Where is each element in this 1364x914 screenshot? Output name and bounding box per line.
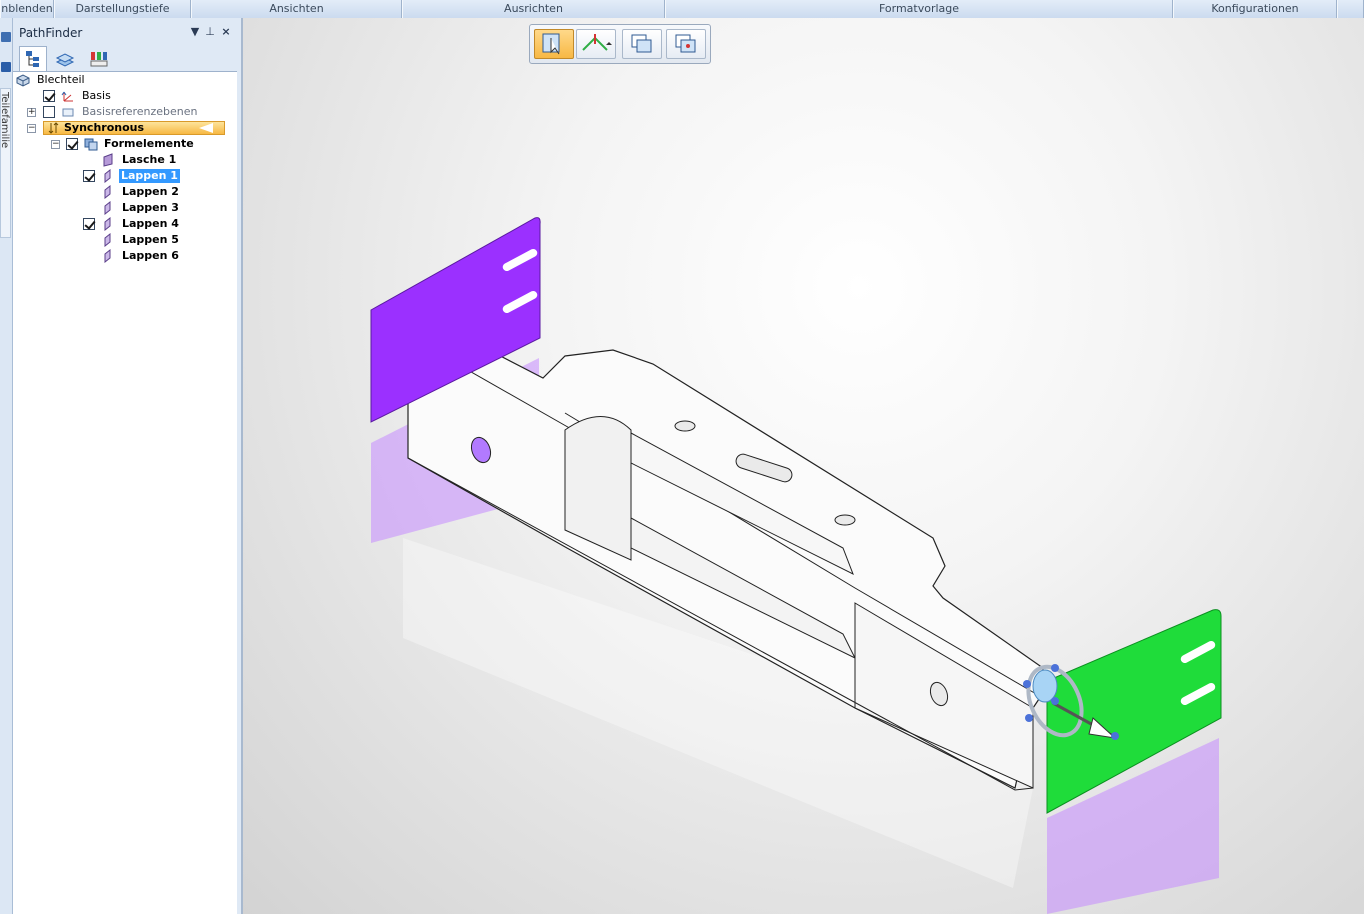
tree-label: Lappen 2 [122, 185, 179, 198]
ribbon-group-konfigurationen[interactable]: Konfigurationen [1173, 0, 1337, 18]
tree-node-lappen-2[interactable]: Lappen 2 [13, 184, 237, 200]
pathfinder-header: PathFinder ▼ ⊥ × [13, 18, 241, 44]
ribbon-group-ausrichten[interactable]: Ausrichten [402, 0, 665, 18]
tree-node-lappen-5[interactable]: Lappen 5 [13, 232, 237, 248]
sheet-metal-model[interactable] [243, 18, 1364, 914]
pathfinder-panel: PathFinder ▼ ⊥ × Blechteil Basis + Basis… [13, 18, 243, 914]
visibility-checkbox[interactable] [43, 106, 55, 118]
visibility-checkbox[interactable] [83, 218, 95, 230]
layers-icon [55, 52, 75, 67]
flange-icon [104, 185, 111, 199]
ribbon-group-labels: nblenden Darstellungstiefe Ansichten Aus… [0, 0, 1364, 18]
tree-label: Lappen 1 [119, 169, 180, 183]
tab-layers[interactable] [51, 46, 79, 71]
ribbon-group-einblenden[interactable]: nblenden [0, 0, 54, 18]
collapse-icon[interactable]: − [27, 124, 36, 133]
graphics-viewport[interactable] [243, 18, 1364, 914]
tree-label: Lappen 5 [122, 233, 179, 246]
ribbon-group-ansichten[interactable]: Ansichten [191, 0, 402, 18]
tree-label: Lappen 4 [122, 217, 179, 230]
docked-panel-icon-2[interactable] [1, 62, 11, 72]
pathfinder-title: PathFinder [19, 26, 83, 40]
docked-panel-icon[interactable] [1, 32, 11, 42]
ribbon-group-overflow [1337, 0, 1364, 18]
collapse-icon[interactable]: − [51, 140, 60, 149]
flange-icon [104, 201, 111, 215]
tree-node-basisreferenzebenen[interactable]: + Basisreferenzebenen [13, 104, 237, 120]
tree-label: Blechteil [37, 73, 85, 86]
synchronous-icon [48, 122, 59, 134]
tree-label: Basis [82, 89, 111, 102]
tree-node-lappen-3[interactable]: Lappen 3 [13, 200, 237, 216]
tree-label: Formelemente [104, 137, 194, 150]
side-tab-label: Teilefamilie [0, 92, 10, 149]
features-icon [84, 138, 98, 151]
arrow-left-icon [199, 123, 213, 133]
pathfinder-tree: Blechteil Basis + Basisreferenzebenen − [13, 71, 237, 914]
coordinate-system-icon [61, 91, 73, 102]
tree-label: Lasche 1 [122, 153, 177, 166]
hole-top-1[interactable] [674, 420, 696, 432]
tab-feature-tree[interactable] [19, 46, 47, 71]
tree-node-lappen-1[interactable]: Lappen 1 [13, 168, 237, 184]
tree-label: Synchronous [64, 121, 145, 134]
pathfinder-tabs [13, 44, 241, 72]
tree-node-basis[interactable]: Basis [13, 88, 237, 104]
tree-label: Basisreferenzebenen [82, 105, 198, 118]
reference-plane-icon [62, 108, 74, 117]
expand-icon[interactable]: + [27, 108, 36, 117]
flange-icon [104, 169, 111, 183]
pin-icon[interactable]: ⊥ [204, 26, 216, 38]
tree-node-lappen-6[interactable]: Lappen 6 [13, 248, 237, 264]
ribbon-group-formatvorlage[interactable]: Formatvorlage [665, 0, 1173, 18]
part-icon [16, 74, 30, 87]
tree-label: Lappen 3 [122, 201, 179, 214]
tree-node-lappen-4[interactable]: Lappen 4 [13, 216, 237, 232]
visibility-checkbox[interactable] [83, 170, 95, 182]
dropdown-icon[interactable]: ▼ [189, 26, 201, 38]
flange-icon [104, 233, 111, 247]
visibility-checkbox[interactable] [43, 90, 55, 102]
close-icon[interactable]: × [220, 26, 232, 38]
visibility-checkbox[interactable] [66, 138, 78, 150]
tab-feature-icon [103, 153, 113, 167]
tree-label: Lappen 6 [122, 249, 179, 262]
tree-node-blechteil[interactable]: Blechteil [13, 72, 237, 88]
hole-top-2[interactable] [834, 514, 856, 526]
appearance-icon [90, 51, 108, 66]
feature-tree-icon [26, 51, 39, 67]
flange-icon [104, 217, 111, 231]
tree-node-lasche-1[interactable]: Lasche 1 [13, 152, 237, 168]
flange-icon [104, 249, 111, 263]
ribbon-group-darstellungstiefe[interactable]: Darstellungstiefe [54, 0, 191, 18]
tree-node-synchronous[interactable]: − Synchronous [13, 120, 237, 136]
side-tab-strip: Teilefamilie [0, 18, 13, 914]
tab-appearance[interactable] [85, 46, 113, 71]
tree-node-formelemente[interactable]: − Formelemente [13, 136, 237, 152]
